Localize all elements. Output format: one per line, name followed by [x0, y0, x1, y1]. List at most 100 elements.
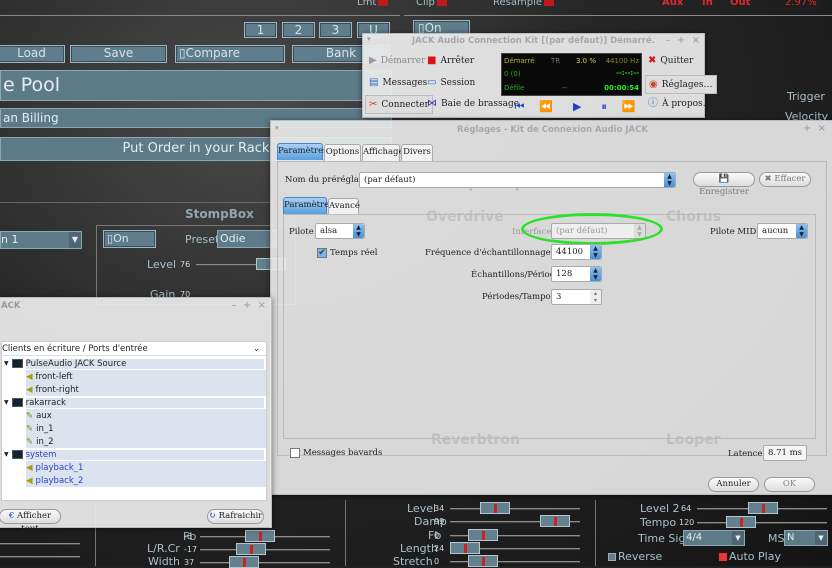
patchbay-button[interactable]: ⋈ Baie de brassage	[427, 99, 519, 110]
slider-track[interactable]	[0, 543, 80, 545]
periods-value: 3	[556, 292, 562, 302]
ok-button[interactable]: OK	[764, 477, 815, 492]
expand-icon: ▼	[4, 451, 9, 458]
stompbox-preset-label: Preset	[185, 233, 220, 246]
window-menu-icon[interactable]: ▾	[275, 124, 279, 132]
tree-port[interactable]: ✎ aux	[26, 409, 266, 422]
level2-slider-thumb[interactable]	[748, 502, 778, 514]
play-transport-icon[interactable]: ▶	[567, 100, 587, 113]
driver-combo[interactable]: alsa ▲ ▼	[315, 223, 365, 239]
divider	[0, 15, 400, 16]
on-label: On	[113, 232, 129, 245]
tempo-slider-track[interactable]	[697, 522, 827, 524]
bank-button-2[interactable]: 2	[282, 22, 315, 38]
fb-slider-thumb[interactable]	[245, 530, 275, 542]
about-button[interactable]: ⓘ À propos…	[648, 99, 712, 110]
reverb-slider-thumb[interactable]	[468, 529, 498, 541]
midi-driver-combo[interactable]: aucun ▲ ▼	[757, 223, 808, 239]
reverb-slider-track[interactable]	[450, 508, 580, 510]
quit-button[interactable]: ✖ Quitter	[648, 56, 693, 67]
level-value: 76	[180, 260, 191, 269]
periods-spinbox[interactable]: 3 ▴ ▾	[551, 289, 602, 305]
preset-name-display[interactable]: e Pool	[0, 70, 392, 101]
left-effect-select[interactable]: n 1 ▼	[0, 231, 82, 249]
frames-value: 128	[556, 269, 573, 279]
window-controls[interactable]: + ×	[803, 123, 826, 134]
ports-tree: Clients en écriture / Ports d'entrée ⌄ ▼ P…	[1, 341, 267, 501]
tempo-slider-thumb[interactable]	[726, 516, 756, 528]
auto-play-checkbox[interactable]: Auto Play	[719, 550, 781, 563]
verbose-messages-checkbox[interactable]: Messages bavards	[290, 448, 382, 458]
load-button[interactable]: Load	[0, 45, 65, 63]
tree-port[interactable]: ◀ front-left	[26, 370, 266, 383]
save-preset-button[interactable]: 💾 Enregistrer	[693, 172, 755, 197]
reverb-slider-thumb[interactable]	[540, 515, 570, 527]
spin-arrows-icon: ▴ ▾	[590, 290, 601, 304]
tab-parametres[interactable]: Paramètres	[277, 143, 328, 160]
tree-port[interactable]: ◀ playback_2	[26, 474, 266, 487]
clip-indicator: Clip	[416, 0, 447, 8]
rewind-start-icon[interactable]: ⏮	[514, 100, 524, 114]
sample-rate-combo[interactable]: 44100 ▲ ▼	[551, 244, 602, 260]
tr-text: TR	[551, 57, 561, 65]
cancel-button[interactable]: Annuler	[708, 477, 759, 492]
tree-client[interactable]: ▼ rakarrack	[4, 396, 264, 409]
tree-port[interactable]: ✎ in_1	[26, 422, 266, 435]
transport-position: --:--:--	[615, 69, 639, 77]
delete-preset-button[interactable]: ✖ Effacer	[759, 172, 811, 187]
subtab-parametres[interactable]: Paramètres	[283, 197, 334, 214]
slider-track[interactable]	[0, 556, 80, 558]
time-sig-select[interactable]: 4/4 ▼	[683, 530, 745, 546]
messages-button[interactable]: ▤ Messages	[369, 77, 427, 89]
fast-forward-icon[interactable]: ⏩	[622, 100, 636, 113]
lmt-label: Lmt	[357, 0, 377, 8]
messages-icon: ▤	[369, 77, 379, 88]
preset-name-combo[interactable]: (par défaut) ▲ ▼	[359, 172, 676, 188]
realtime-label: Temps réel	[330, 248, 378, 258]
session-button[interactable]: ▭ Session	[427, 78, 475, 89]
pause-icon[interactable]: ⏸	[601, 100, 607, 114]
status-display: Démarré TR 3.0 % 44100 Hz 0 (0) --:--:--…	[501, 53, 642, 96]
reverse-checkbox[interactable]: Reverse	[608, 550, 662, 563]
tree-port[interactable]: ◀ playback_1	[26, 461, 266, 474]
delete-icon: ✖	[764, 174, 772, 184]
tab-options[interactable]: Options	[324, 144, 361, 161]
jack-main-window: JACK Audio Connection Kit [(par défaut)]…	[362, 33, 717, 118]
width-slider-thumb[interactable]	[229, 556, 259, 568]
stompbox-preset-select[interactable]: Odie	[217, 230, 277, 248]
tree-client[interactable]: ▼ system	[4, 448, 264, 461]
subtab-avance[interactable]: Avancé	[328, 198, 360, 215]
window-controls[interactable]: – + ×	[666, 35, 700, 46]
frames-combo[interactable]: 128 ▲ ▼	[551, 266, 602, 282]
bank-button-1[interactable]: 1	[244, 22, 277, 38]
client-icon	[11, 450, 23, 459]
tree-client[interactable]: ▼ PulseAudio JACK Source	[4, 357, 264, 370]
refresh-button[interactable]: ↻ Rafraichir	[207, 509, 264, 524]
start-button[interactable]: ▶ Démarrer	[369, 56, 425, 67]
reverb-slider-thumb[interactable]	[450, 542, 480, 554]
width-slider-track[interactable]	[200, 562, 330, 564]
latency-label: Latence :	[728, 449, 768, 459]
tab-affichage[interactable]: Affichage	[362, 144, 404, 161]
reverb-slider-thumb[interactable]	[468, 555, 498, 567]
stop-button[interactable]: ■ Arrêter	[427, 56, 474, 67]
save-button[interactable]: Save	[70, 45, 167, 63]
window-controls[interactable]: – + ×	[232, 300, 266, 311]
tree-port[interactable]: ✎ in_2	[26, 435, 266, 448]
window-menu-icon[interactable]: ▾	[367, 35, 371, 43]
tab-divers[interactable]: Divers	[401, 144, 433, 161]
show-all-button[interactable]: € Afficher tout	[0, 509, 61, 534]
realtime-checkbox[interactable]: ✔ Temps réel	[317, 248, 377, 258]
rewind-icon[interactable]: ⏪	[539, 100, 553, 113]
setup-button[interactable]: ◉ Réglages…	[645, 75, 717, 94]
speaker-icon: ◀	[26, 475, 33, 486]
stompbox-on-toggle[interactable]: ▯On	[103, 230, 156, 248]
ms-select[interactable]: N ▼	[784, 530, 828, 546]
bank-button-3[interactable]: 3	[319, 22, 352, 38]
compare-toggle[interactable]: ▯Compare	[175, 45, 285, 63]
tree-port[interactable]: ◀ front-right	[26, 383, 266, 396]
lr-cross-slider-thumb[interactable]	[236, 543, 266, 555]
reverb-slider-thumb[interactable]	[480, 502, 510, 514]
tree-header[interactable]: Clients en écriture / Ports d'entrée ⌄	[2, 342, 266, 356]
connect-button[interactable]: ✂ Connecter	[365, 95, 433, 114]
